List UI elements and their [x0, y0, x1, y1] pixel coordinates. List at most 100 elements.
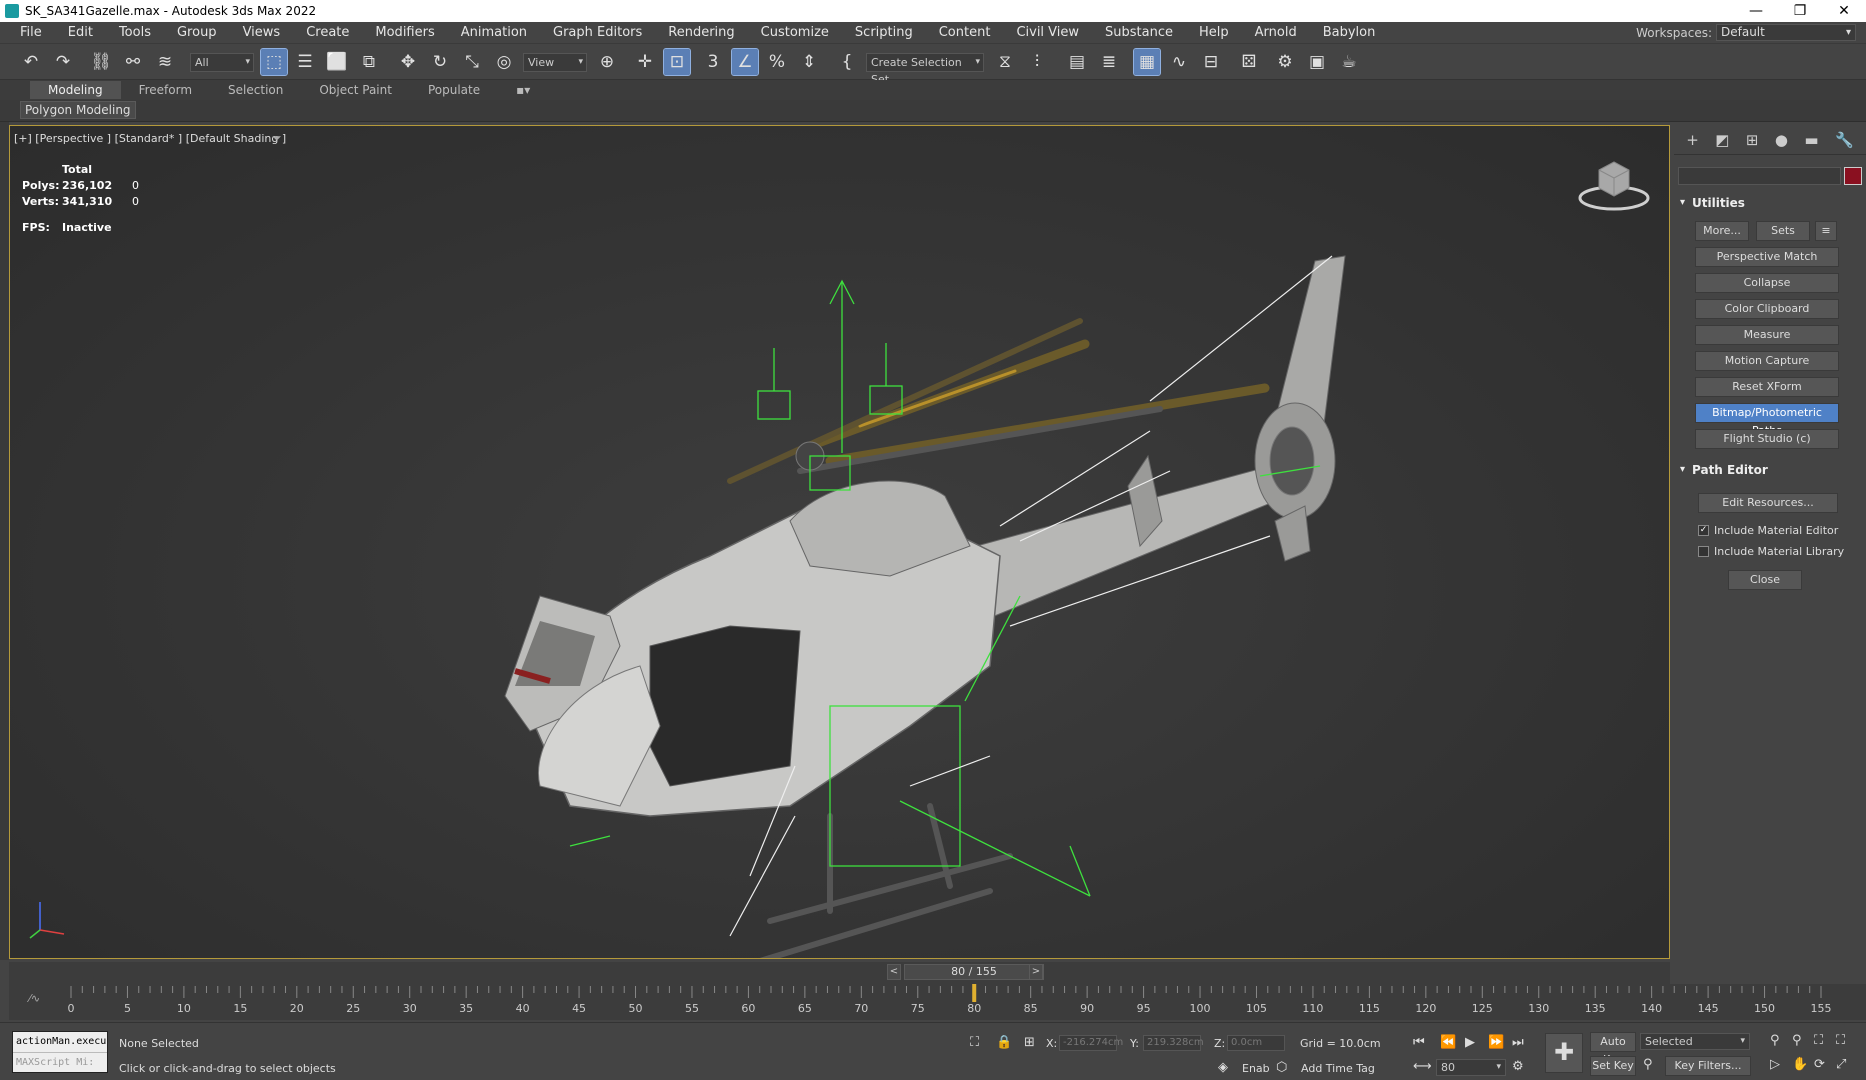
bitmap-photometric-paths-button[interactable]: Bitmap/Photometric Paths	[1695, 403, 1839, 437]
percent-snap-icon[interactable]: %	[764, 49, 790, 75]
modify-tab-icon[interactable]: ◩	[1715, 131, 1729, 149]
menu-babylon[interactable]: Babylon	[1310, 25, 1389, 40]
menu-civil-view[interactable]: Civil View	[1003, 25, 1092, 40]
material-editor-icon[interactable]: ⚄	[1236, 49, 1262, 75]
collapse-button[interactable]: Collapse	[1695, 273, 1839, 293]
edit-named-selection-icon[interactable]: {	[834, 49, 860, 75]
menu-graph-editors[interactable]: Graph Editors	[540, 25, 655, 40]
schematic-view-icon[interactable]: ⊟	[1198, 49, 1224, 75]
close-path-editor-button[interactable]: Close	[1728, 570, 1802, 590]
maxscript-input[interactable]: MAXScript Mi:	[13, 1052, 107, 1072]
keyboard-shortcut-override-icon[interactable]: ⊡	[663, 48, 691, 76]
timeline-ruler[interactable]: 0 5 10 15 20 25 30 35 40 45 50 55 60 65 70 75 80 85 90 95 10…	[9, 984, 1866, 1020]
zoom-extents-all-icon[interactable]: ⛶	[1836, 1033, 1845, 1048]
bind-spacewarp-icon[interactable]: ≋	[152, 49, 178, 75]
motion-tab-icon[interactable]: ●	[1775, 131, 1788, 149]
display-tab-icon[interactable]: ▬	[1804, 131, 1818, 149]
align-icon[interactable]: ⫶	[1024, 49, 1050, 75]
pivot-center-icon[interactable]: ⊕	[594, 49, 620, 75]
menu-rendering[interactable]: Rendering	[655, 25, 747, 40]
more-button[interactable]: More...	[1695, 221, 1749, 241]
key-filters-button[interactable]: Key Filters...	[1665, 1056, 1751, 1076]
menu-arnold[interactable]: Arnold	[1242, 25, 1310, 40]
mirror-icon[interactable]: ⧖	[992, 49, 1018, 75]
menu-group[interactable]: Group	[164, 25, 230, 40]
ribbon-options-icon[interactable]: ▪▾	[498, 83, 548, 97]
tab-modeling[interactable]: Modeling	[30, 81, 121, 99]
menu-edit[interactable]: Edit	[55, 25, 106, 40]
select-by-name-icon[interactable]: ☰	[292, 49, 318, 75]
current-frame-marker[interactable]	[972, 984, 977, 1002]
menu-modifiers[interactable]: Modifiers	[362, 25, 447, 40]
previous-key-icon[interactable]: ⏪	[1440, 1035, 1456, 1050]
path-editor-rollout-header[interactable]: Path Editor	[1678, 460, 1862, 480]
y-coordinate-field[interactable]: 219.328cm	[1143, 1035, 1204, 1051]
maximize-button[interactable]: ❐	[1778, 0, 1822, 22]
measure-button[interactable]: Measure	[1695, 325, 1839, 345]
create-tab-icon[interactable]: +	[1686, 131, 1699, 149]
orbit-icon[interactable]: ⟳	[1814, 1057, 1825, 1072]
tab-populate[interactable]: Populate	[410, 83, 498, 97]
scene-explorer-icon[interactable]: ▤	[1064, 49, 1090, 75]
motion-capture-button[interactable]: Motion Capture	[1695, 351, 1839, 371]
enable-label[interactable]: Enab	[1242, 1062, 1270, 1075]
next-frame-arrow[interactable]: >	[1029, 964, 1043, 980]
key-mode-toggle-icon[interactable]: ⟷	[1413, 1059, 1432, 1074]
time-configuration-icon[interactable]: ⚙	[1512, 1059, 1524, 1074]
tab-freeform[interactable]: Freeform	[121, 83, 210, 97]
redo-icon[interactable]: ↷	[50, 49, 76, 75]
current-frame-spinner[interactable]: 80	[1436, 1059, 1506, 1076]
menu-customize[interactable]: Customize	[748, 25, 842, 40]
play-icon[interactable]: ▶	[1465, 1035, 1475, 1050]
perspective-match-button[interactable]: Perspective Match	[1695, 247, 1839, 267]
rotate-icon[interactable]: ↻	[427, 49, 453, 75]
window-crossing-icon[interactable]: ⧉	[356, 49, 382, 75]
absolute-transform-icon[interactable]: ⊞	[1024, 1035, 1035, 1050]
zoom-icon[interactable]: ⚲	[1770, 1033, 1780, 1048]
maximize-viewport-icon[interactable]: ⤢	[1836, 1057, 1846, 1072]
time-slider-handle[interactable]: 80 / 155	[904, 964, 1044, 980]
menu-views[interactable]: Views	[230, 25, 294, 40]
utilities-tab-icon[interactable]: 🔧	[1835, 131, 1854, 149]
menu-file[interactable]: File	[0, 25, 55, 40]
next-key-icon[interactable]: ⏩	[1488, 1035, 1504, 1050]
zoom-extents-icon[interactable]: ⛶	[1814, 1033, 1823, 1048]
sets-button[interactable]: Sets	[1756, 221, 1810, 241]
isolate-selection-icon[interactable]: ⛶	[970, 1035, 979, 1050]
scale-icon[interactable]: ⤡	[459, 49, 485, 75]
menu-content[interactable]: Content	[926, 25, 1004, 40]
named-selection-set-dropdown[interactable]: Create Selection Set	[866, 53, 984, 86]
z-coordinate-field[interactable]: 0.0cm	[1227, 1035, 1285, 1051]
time-slider[interactable]: < 80 / 155 >	[9, 962, 1670, 984]
auto-key-button[interactable]: Auto Key	[1590, 1032, 1636, 1066]
goto-end-icon[interactable]: ⏭	[1512, 1035, 1524, 1050]
previous-frame-arrow[interactable]: <	[887, 964, 901, 980]
x-coordinate-field[interactable]: -216.274cm	[1059, 1035, 1123, 1051]
hierarchy-tab-icon[interactable]: ⊞	[1746, 131, 1759, 149]
selection-lock-icon[interactable]: 🔒	[996, 1035, 1012, 1050]
link-icon[interactable]: ⛓	[88, 49, 114, 75]
rectangular-selection-icon[interactable]: ⬜	[324, 49, 350, 75]
spinner-snap-icon[interactable]: ⇕	[796, 49, 822, 75]
workspace-dropdown[interactable]: Default	[1716, 24, 1856, 41]
key-mode-dropdown[interactable]: Selected	[1640, 1033, 1750, 1050]
object-color-swatch[interactable]	[1844, 167, 1862, 185]
render-setup-icon[interactable]: ⚙	[1272, 49, 1298, 75]
color-clipboard-button[interactable]: Color Clipboard	[1695, 299, 1839, 319]
layer-explorer-icon[interactable]: ≣	[1096, 49, 1122, 75]
place-icon[interactable]: ◎	[491, 49, 517, 75]
move-icon[interactable]: ✥	[395, 49, 421, 75]
menu-create[interactable]: Create	[293, 25, 362, 40]
reference-coordinate-dropdown[interactable]: View	[523, 53, 587, 72]
helicopter-model[interactable]	[10, 126, 1670, 959]
utilities-rollout-header[interactable]: Utilities	[1678, 193, 1862, 213]
menu-substance[interactable]: Substance	[1092, 25, 1186, 40]
adaptive-degradation-icon[interactable]: ◈	[1218, 1060, 1228, 1075]
key-filters-icon[interactable]: ⚲	[1643, 1057, 1653, 1072]
menu-tools[interactable]: Tools	[106, 25, 164, 40]
flight-studio-button[interactable]: Flight Studio (c)	[1695, 429, 1839, 449]
field-of-view-icon[interactable]: ▷	[1770, 1057, 1780, 1072]
set-key-button[interactable]: Set Key	[1590, 1056, 1636, 1076]
tab-object-paint[interactable]: Object Paint	[301, 83, 410, 97]
viewcube[interactable]	[1577, 156, 1651, 212]
